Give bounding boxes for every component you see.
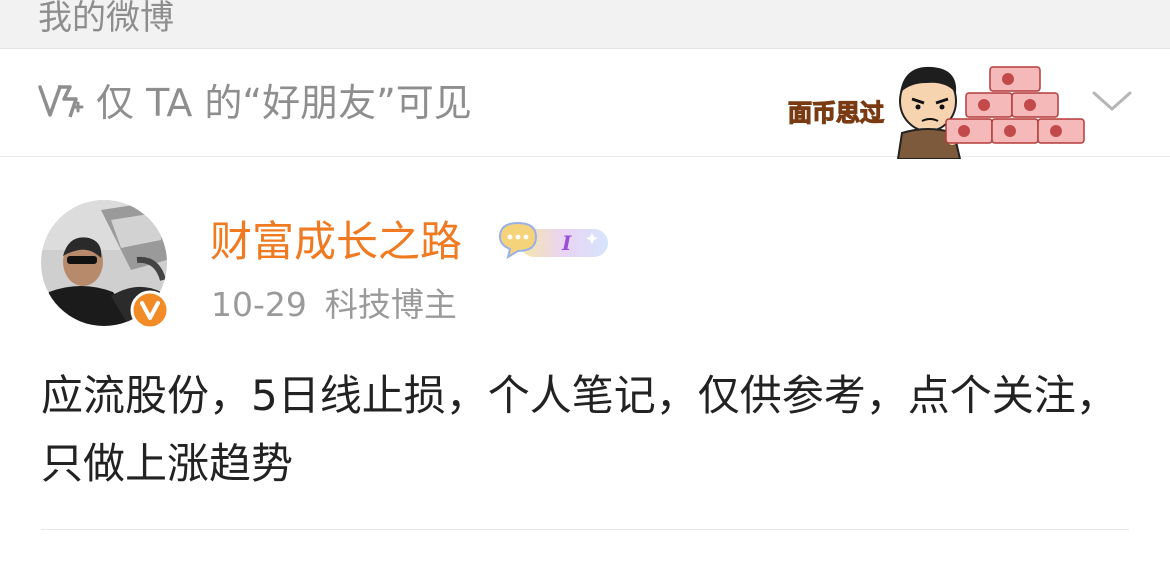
- visibility-label: 仅 TA 的“好朋友”可见: [96, 81, 472, 125]
- divider: [41, 529, 1129, 530]
- verified-badge-icon: [130, 290, 170, 330]
- visibility-lock-icon: [38, 85, 84, 118]
- author-tag: 科技博主: [324, 285, 457, 324]
- sticker-caption: 面币思过: [788, 99, 884, 127]
- post-content[interactable]: 应流股份，5日线止损，个人笔记，仅供参考，点个关注，只做上涨趋势: [41, 362, 1121, 498]
- post-date: 10-29: [211, 285, 307, 324]
- sticker-image: 面币思过: [787, 66, 1085, 159]
- page-title: 我的微博: [38, 0, 174, 38]
- chevron-down-icon[interactable]: [1090, 87, 1134, 115]
- top-bar: 我的微博: [0, 0, 1170, 49]
- username[interactable]: 财富成长之路: [210, 214, 462, 270]
- post-card: 财富成长之路 I 10-29 科技博主 应流股份，5日线止损，个人笔记，仅供参考，…: [0, 157, 1170, 565]
- visibility-selector[interactable]: 仅 TA 的“好朋友”可见 面币思过: [0, 49, 1170, 159]
- post-meta: 10-29 科技博主: [211, 283, 457, 327]
- member-badge-icon[interactable]: I: [496, 219, 612, 263]
- member-badge-label: I: [561, 231, 572, 255]
